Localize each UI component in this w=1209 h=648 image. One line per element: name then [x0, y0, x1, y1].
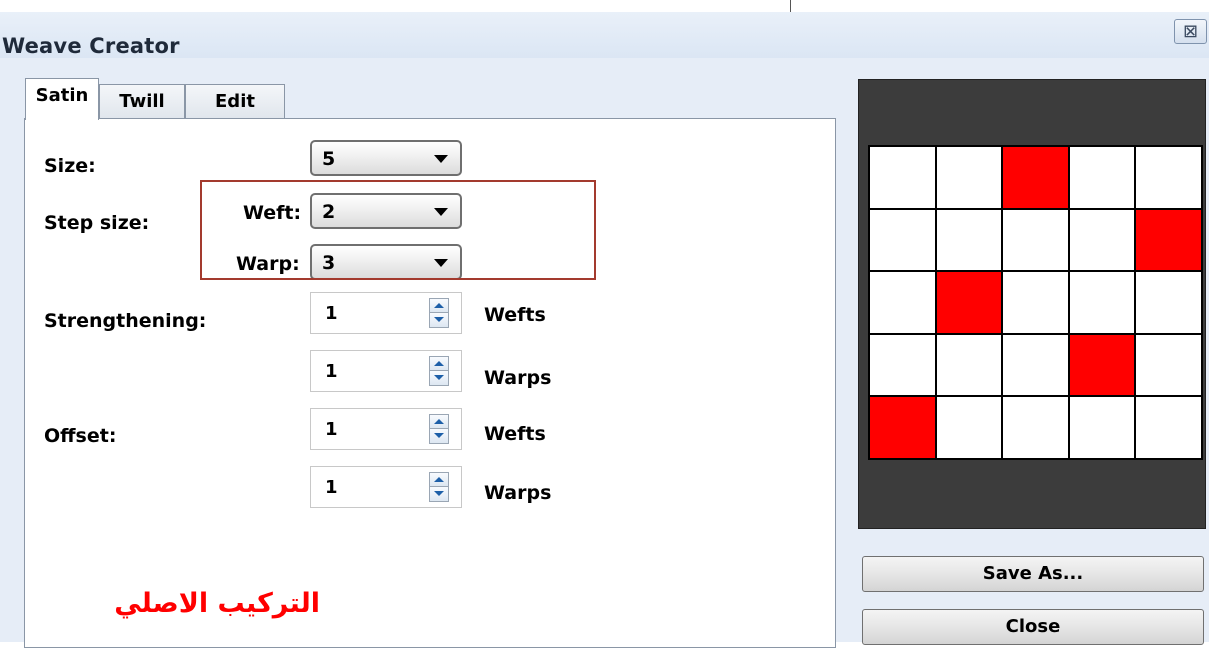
- weave-cell[interactable]: [870, 147, 935, 208]
- strengthening-label: Strengthening:: [44, 310, 207, 332]
- weave-pattern-grid: [868, 145, 1203, 460]
- step-size-label: Step size:: [44, 212, 150, 234]
- size-label: Size:: [44, 155, 96, 177]
- size-dropdown[interactable]: 5: [310, 140, 462, 176]
- weave-cell[interactable]: [1136, 272, 1201, 333]
- chevron-down-icon: [434, 155, 448, 163]
- weave-cell[interactable]: [936, 272, 1002, 333]
- weave-cell[interactable]: [1069, 334, 1135, 396]
- spin-up-icon[interactable]: [430, 299, 448, 313]
- strip-divider: [790, 0, 791, 12]
- weave-cell[interactable]: [936, 397, 1002, 458]
- arabic-caption: التركيب الاصلي: [114, 588, 320, 619]
- strengthening-wefts-spinner[interactable]: 1: [310, 292, 462, 334]
- spin-up-icon[interactable]: [430, 357, 448, 371]
- weave-cell[interactable]: [1003, 209, 1068, 271]
- window-title: Weave Creator: [2, 34, 180, 58]
- weave-cell[interactable]: [936, 209, 1002, 271]
- offset-wefts-unit: Wefts: [484, 423, 546, 445]
- weave-cell[interactable]: [1136, 147, 1201, 208]
- weave-cell[interactable]: [870, 397, 935, 458]
- offset-warps-unit: Warps: [484, 482, 552, 504]
- spin-up-icon[interactable]: [430, 473, 448, 487]
- weave-cell[interactable]: [870, 272, 935, 333]
- tab-twill[interactable]: Twill: [99, 84, 185, 120]
- offset-label: Offset:: [44, 425, 117, 447]
- spin-down-icon[interactable]: [430, 371, 448, 385]
- weave-cell[interactable]: [1136, 397, 1201, 458]
- weave-cell[interactable]: [1003, 334, 1068, 396]
- weave-cell[interactable]: [936, 147, 1002, 208]
- weave-cell[interactable]: [1069, 397, 1135, 458]
- step-size-highlight-box: [200, 180, 596, 280]
- strengthening-warps-unit: Warps: [484, 367, 552, 389]
- weave-creator-window: Weave Creator ⊠ Satin Twill Edit Size: 5…: [0, 0, 1209, 648]
- offset-wefts-spinner[interactable]: 1: [310, 408, 462, 450]
- spin-down-icon[interactable]: [430, 429, 448, 443]
- spin-buttons: [429, 472, 449, 502]
- size-value: 5: [322, 148, 336, 170]
- strengthening-wefts-value: 1: [325, 303, 338, 324]
- spin-up-icon[interactable]: [430, 415, 448, 429]
- strengthening-wefts-unit: Wefts: [484, 304, 546, 326]
- title-bar: Weave Creator: [0, 12, 1209, 58]
- spin-buttons: [429, 414, 449, 444]
- spin-down-icon[interactable]: [430, 313, 448, 327]
- weave-cell[interactable]: [1136, 209, 1201, 271]
- spin-buttons: [429, 356, 449, 386]
- weave-cell[interactable]: [870, 334, 935, 396]
- offset-warps-value: 1: [325, 477, 338, 498]
- strengthening-warps-value: 1: [325, 361, 338, 382]
- spin-buttons: [429, 298, 449, 328]
- weave-cell[interactable]: [1069, 209, 1135, 271]
- weave-cell[interactable]: [1003, 272, 1068, 333]
- close-window-icon[interactable]: ⊠: [1174, 19, 1207, 44]
- weave-cell[interactable]: [1069, 272, 1135, 333]
- offset-warps-spinner[interactable]: 1: [310, 466, 462, 508]
- tab-edit[interactable]: Edit: [185, 84, 285, 120]
- weave-cell[interactable]: [1003, 147, 1068, 208]
- tab-satin[interactable]: Satin: [25, 78, 99, 120]
- save-as-button[interactable]: Save As...: [862, 556, 1204, 592]
- strengthening-warps-spinner[interactable]: 1: [310, 350, 462, 392]
- weave-cell[interactable]: [1069, 147, 1135, 208]
- offset-wefts-value: 1: [325, 419, 338, 440]
- weave-cell[interactable]: [1136, 334, 1201, 396]
- close-button[interactable]: Close: [862, 609, 1204, 645]
- spin-down-icon[interactable]: [430, 487, 448, 501]
- weave-cell[interactable]: [1003, 397, 1068, 458]
- weave-cell[interactable]: [936, 334, 1002, 396]
- weave-cell[interactable]: [870, 209, 935, 271]
